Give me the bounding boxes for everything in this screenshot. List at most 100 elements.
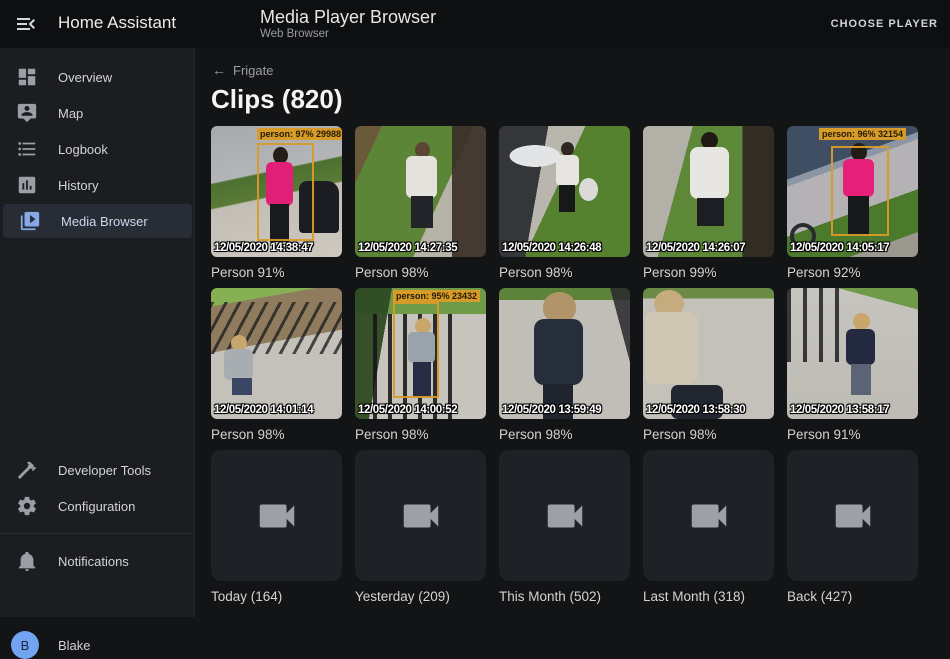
- menu-open-icon[interactable]: [14, 12, 38, 36]
- folder-tile-this-month[interactable]: This Month (502): [499, 450, 630, 604]
- detection-label: person: 96% 32154: [819, 128, 906, 140]
- folder-tile-back[interactable]: Back (427): [787, 450, 918, 604]
- sidebar-item-overview[interactable]: Overview: [0, 60, 195, 94]
- breadcrumb-back-link[interactable]: ← Frigate: [212, 62, 273, 78]
- folder-card[interactable]: [499, 450, 630, 581]
- clip-tile[interactable]: person: 96% 32154 12/05/2020 14:05:17 Pe…: [787, 126, 918, 280]
- clip-thumbnail[interactable]: 12/05/2020 13:58:17: [787, 288, 918, 419]
- folder-caption: Yesterday (209): [355, 589, 486, 604]
- account-tooltip-icon: [16, 102, 38, 124]
- folder-card[interactable]: [211, 450, 342, 581]
- clip-timestamp: 12/05/2020 13:58:17: [790, 404, 889, 416]
- breadcrumb-label: Frigate: [233, 63, 273, 78]
- sidebar-item-profile[interactable]: Blake: [58, 638, 91, 653]
- video-icon: [686, 493, 732, 539]
- clip-timestamp: 12/05/2020 14:26:48: [502, 242, 601, 254]
- clip-tile[interactable]: 12/05/2020 13:59:49 Person 98%: [499, 288, 630, 442]
- video-icon: [254, 493, 300, 539]
- clip-caption: Person 98%: [499, 265, 630, 280]
- scene-figure: [697, 198, 724, 226]
- sidebar-item-configuration[interactable]: Configuration: [0, 489, 195, 523]
- page-header-title: Media Player Browser: [260, 6, 436, 28]
- clip-tile[interactable]: 12/05/2020 14:01:14 Person 98%: [211, 288, 342, 442]
- scene-figure: [561, 142, 574, 156]
- clip-caption: Person 91%: [211, 265, 342, 280]
- clip-thumbnail[interactable]: 12/05/2020 14:27:35: [355, 126, 486, 257]
- scene-figure: [411, 196, 433, 228]
- sidebar-item-developer-tools[interactable]: Developer Tools: [0, 453, 195, 487]
- sidebar-item-label: Logbook: [58, 142, 108, 157]
- folder-caption: This Month (502): [499, 589, 630, 604]
- clip-tile[interactable]: 12/05/2020 14:26:48 Person 98%: [499, 126, 630, 280]
- sidebar-item-notifications[interactable]: Notifications: [0, 544, 195, 578]
- app-title: Home Assistant: [58, 13, 176, 33]
- clip-timestamp: 12/05/2020 14:27:35: [358, 242, 457, 254]
- folder-card[interactable]: [643, 450, 774, 581]
- clip-tile[interactable]: 12/05/2020 14:26:07 Person 99%: [643, 126, 774, 280]
- folder-card[interactable]: [787, 450, 918, 581]
- folder-tile-today[interactable]: Today (164): [211, 450, 342, 604]
- scene-figure: [534, 319, 583, 385]
- clip-thumbnail[interactable]: 12/05/2020 14:26:48: [499, 126, 630, 257]
- clip-caption: Person 98%: [355, 265, 486, 280]
- sidebar-item-label: Media Browser: [61, 214, 148, 229]
- clip-thumbnail[interactable]: person: 95% 23432 12/05/2020 14:00:52: [355, 288, 486, 419]
- clip-tile[interactable]: 12/05/2020 13:58:30 Person 98%: [643, 288, 774, 442]
- scene-figure: [232, 378, 252, 395]
- sidebar-item-label: History: [58, 178, 98, 193]
- clip-caption: Person 92%: [787, 265, 918, 280]
- clip-thumbnail[interactable]: 12/05/2020 13:58:30: [643, 288, 774, 419]
- clip-thumbnail[interactable]: 12/05/2020 14:26:07: [643, 126, 774, 257]
- clip-caption: Person 91%: [787, 427, 918, 442]
- page-header-subtitle: Web Browser: [260, 28, 329, 40]
- clip-timestamp: 12/05/2020 13:58:30: [646, 404, 745, 416]
- clip-caption: Person 98%: [643, 427, 774, 442]
- sidebar-item-history[interactable]: History: [0, 168, 195, 202]
- gear-icon: [16, 495, 38, 517]
- sidebar: Overview Map Logbook History Media Brows…: [0, 48, 195, 617]
- clip-tile[interactable]: 12/05/2020 13:58:17 Person 91%: [787, 288, 918, 442]
- back-arrow-icon: ←: [212, 62, 226, 78]
- clip-caption: Person 99%: [643, 265, 774, 280]
- detection-label: person: 95% 23432: [393, 290, 480, 302]
- view-dashboard-icon: [16, 66, 38, 88]
- clip-timestamp: 12/05/2020 13:59:49: [502, 404, 601, 416]
- clip-thumbnail[interactable]: 12/05/2020 14:01:14: [211, 288, 342, 419]
- folder-caption: Last Month (318): [643, 589, 774, 604]
- clip-tile[interactable]: 12/05/2020 14:27:35 Person 98%: [355, 126, 486, 280]
- detection-bounding-box: [831, 146, 889, 236]
- folder-card[interactable]: [355, 450, 486, 581]
- sidebar-item-label: Configuration: [58, 499, 135, 514]
- sidebar-item-logbook[interactable]: Logbook: [0, 132, 195, 166]
- sidebar-item-media-browser[interactable]: Media Browser: [3, 204, 192, 238]
- clip-tile[interactable]: person: 97% 29988 12/05/2020 14:38:47 Pe…: [211, 126, 342, 280]
- clip-timestamp: 12/05/2020 14:38:47: [214, 242, 313, 254]
- clip-thumbnail[interactable]: 12/05/2020 13:59:49: [499, 288, 630, 419]
- clip-thumbnail[interactable]: person: 96% 32154 12/05/2020 14:05:17: [787, 126, 918, 257]
- clip-tile[interactable]: person: 95% 23432 12/05/2020 14:00:52 Pe…: [355, 288, 486, 442]
- sidebar-item-label: Notifications: [58, 554, 129, 569]
- page-title: Clips (820): [211, 84, 343, 115]
- clip-timestamp: 12/05/2020 14:00:52: [358, 404, 457, 416]
- scene-figure: [846, 329, 875, 365]
- choose-player-button[interactable]: CHOOSE PLAYER: [831, 0, 938, 48]
- scene-figure: [645, 312, 698, 384]
- detection-bounding-box: [393, 302, 439, 398]
- folder-tile-yesterday[interactable]: Yesterday (209): [355, 450, 486, 604]
- folder-tile-last-month[interactable]: Last Month (318): [643, 450, 774, 604]
- scene-figure: [579, 178, 598, 201]
- scene-figure: [543, 292, 576, 322]
- avatar[interactable]: B: [11, 631, 39, 659]
- scene-figure: [690, 147, 729, 199]
- scene-figure: [853, 313, 870, 330]
- sidebar-divider: [0, 533, 195, 534]
- scene-figure: [851, 364, 871, 395]
- clip-thumbnail[interactable]: person: 97% 29988 12/05/2020 14:38:47: [211, 126, 342, 257]
- sidebar-item-map[interactable]: Map: [0, 96, 195, 130]
- sidebar-item-label: Map: [58, 106, 83, 121]
- top-bar: Home Assistant Media Player Browser Web …: [0, 0, 950, 48]
- scene-figure: [559, 185, 575, 212]
- clip-caption: Person 98%: [355, 427, 486, 442]
- chart-box-icon: [16, 174, 38, 196]
- media-grid: person: 97% 29988 12/05/2020 14:38:47 Pe…: [211, 126, 918, 604]
